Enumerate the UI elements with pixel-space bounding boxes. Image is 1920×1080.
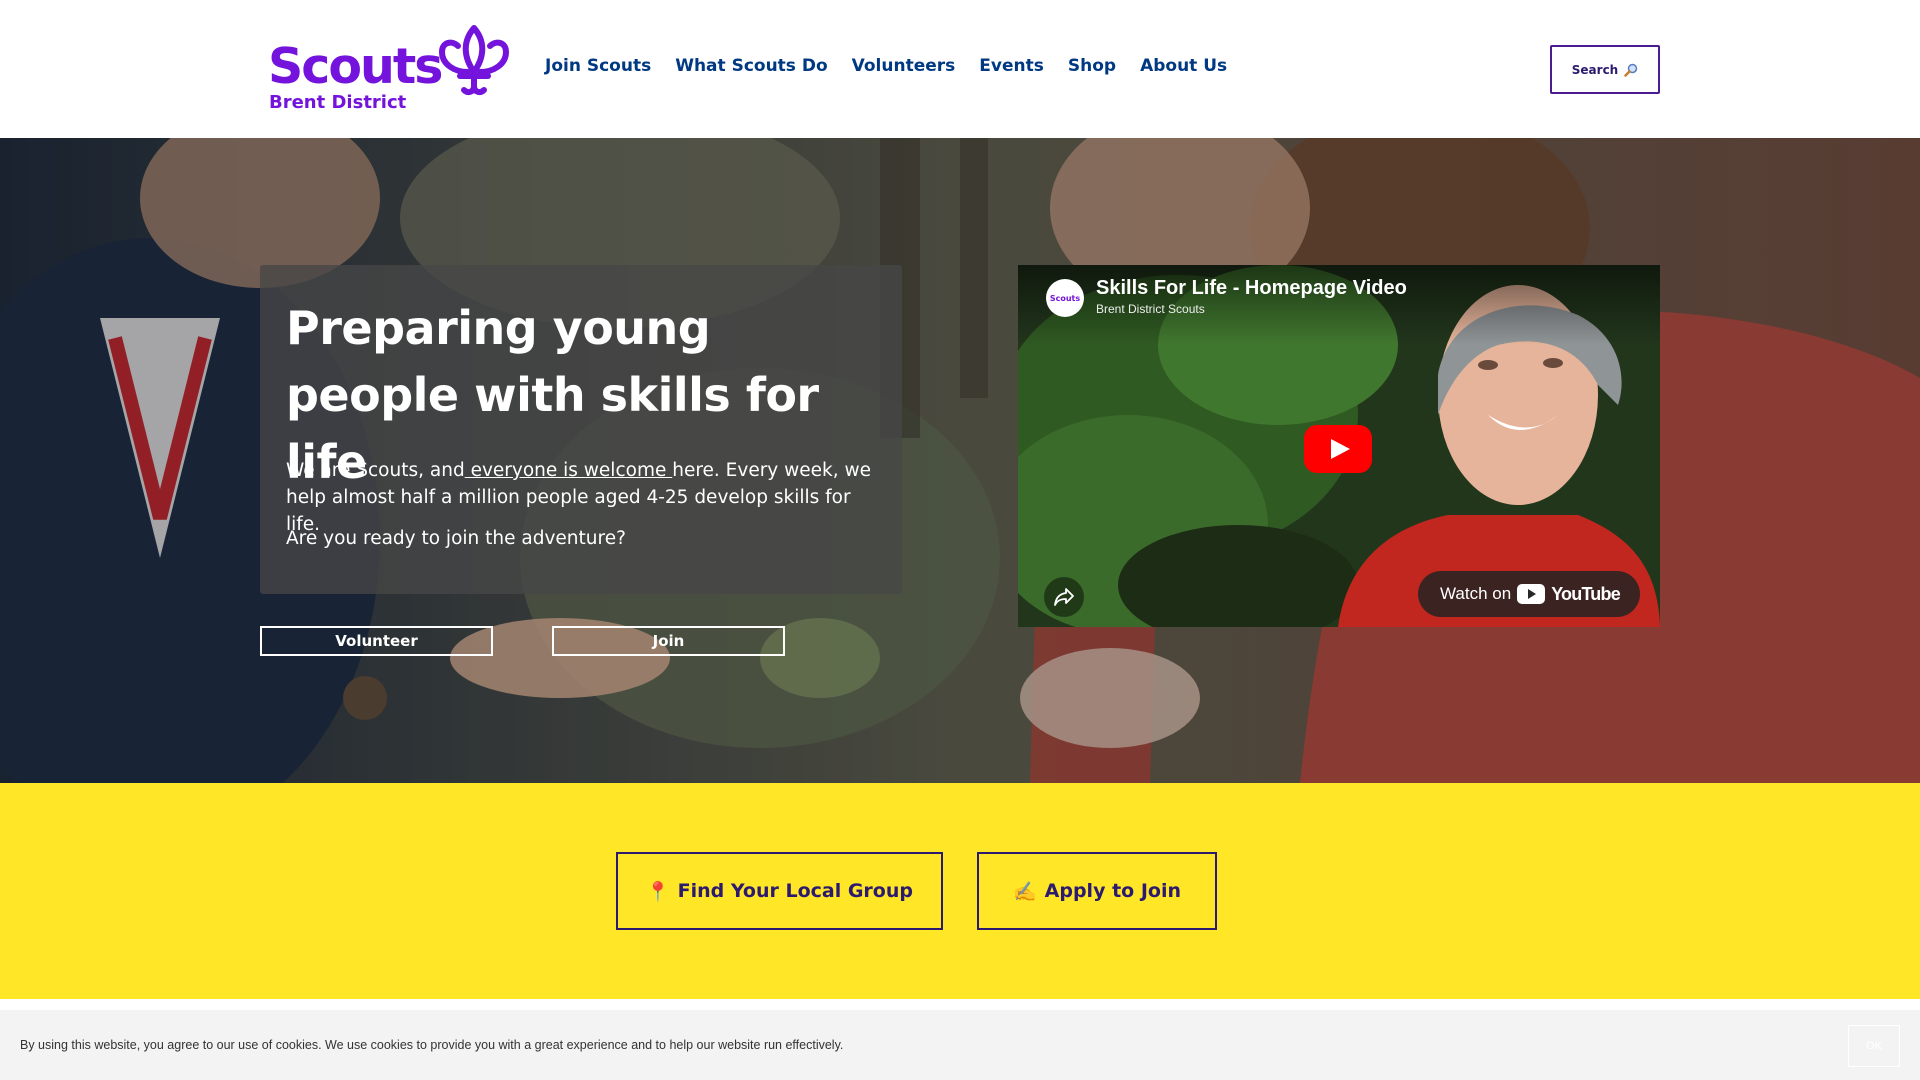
channel-avatar[interactable]: Scouts [1046, 279, 1084, 317]
video-title[interactable]: Skills For Life - Homepage Video [1096, 277, 1407, 300]
watch-on-label: Watch on [1440, 584, 1512, 603]
youtube-logo-icon [1517, 584, 1546, 604]
video-channel-name[interactable]: Brent District Scouts [1096, 302, 1205, 316]
logo-district: Brent District [269, 92, 407, 113]
cookie-notice-text: By using this website, you agree to our … [20, 1038, 844, 1052]
logo-wordmark: Scouts [268, 38, 443, 95]
find-local-group-label: Find Your Local Group [677, 880, 913, 902]
video-embed[interactable]: Scouts Skills For Life - Homepage Video … [1018, 265, 1660, 627]
nav-what-scouts-do[interactable]: What Scouts Do [675, 56, 827, 76]
watch-on-youtube-button[interactable]: Watch on YouTube [1418, 571, 1640, 617]
magnifier-icon [1624, 63, 1638, 77]
cookie-ok-button[interactable]: OK [1848, 1025, 1900, 1067]
cookie-consent-bar: By using this website, you agree to our … [0, 1010, 1920, 1080]
scouts-logo[interactable]: Scouts Brent District [268, 24, 518, 116]
search-button[interactable]: Search [1550, 45, 1660, 94]
share-icon [1054, 588, 1074, 606]
join-button[interactable]: Join [552, 626, 785, 656]
call-to-action-band: 📍 Find Your Local Group ✍️ Apply to Join [0, 783, 1920, 999]
hero-section: Preparing young people with skills for l… [0, 138, 1920, 783]
pin-icon: 📍 [645, 880, 670, 903]
writing-hand-icon: ✍️ [1012, 880, 1037, 903]
site-header: Scouts Brent District Join Scouts What S… [0, 0, 1920, 138]
hero-description: We are Scouts, and everyone is welcome h… [286, 457, 886, 538]
apply-to-join-button[interactable]: ✍️ Apply to Join [977, 852, 1217, 930]
youtube-wordmark: YouTube [1551, 583, 1621, 604]
main-navigation: Join Scouts What Scouts Do Volunteers Ev… [545, 56, 1251, 76]
nav-events[interactable]: Events [979, 56, 1044, 76]
hero-question: Are you ready to join the adventure? [286, 528, 626, 549]
nav-about-us[interactable]: About Us [1140, 56, 1227, 76]
nav-volunteers[interactable]: Volunteers [852, 56, 956, 76]
hero-text-before: We are Scouts, and [286, 460, 465, 481]
everyone-welcome-link[interactable]: everyone is welcome [465, 460, 673, 481]
fleur-de-lis-icon [439, 25, 509, 96]
play-icon[interactable] [1304, 425, 1372, 473]
find-local-group-button[interactable]: 📍 Find Your Local Group [616, 852, 943, 930]
nav-join-scouts[interactable]: Join Scouts [545, 56, 651, 76]
nav-shop[interactable]: Shop [1068, 56, 1116, 76]
volunteer-button[interactable]: Volunteer [260, 626, 493, 656]
hero-text-panel: Preparing young people with skills for l… [260, 265, 902, 594]
apply-to-join-label: Apply to Join [1044, 880, 1181, 902]
search-label: Search [1571, 62, 1619, 77]
share-button[interactable] [1044, 577, 1084, 617]
